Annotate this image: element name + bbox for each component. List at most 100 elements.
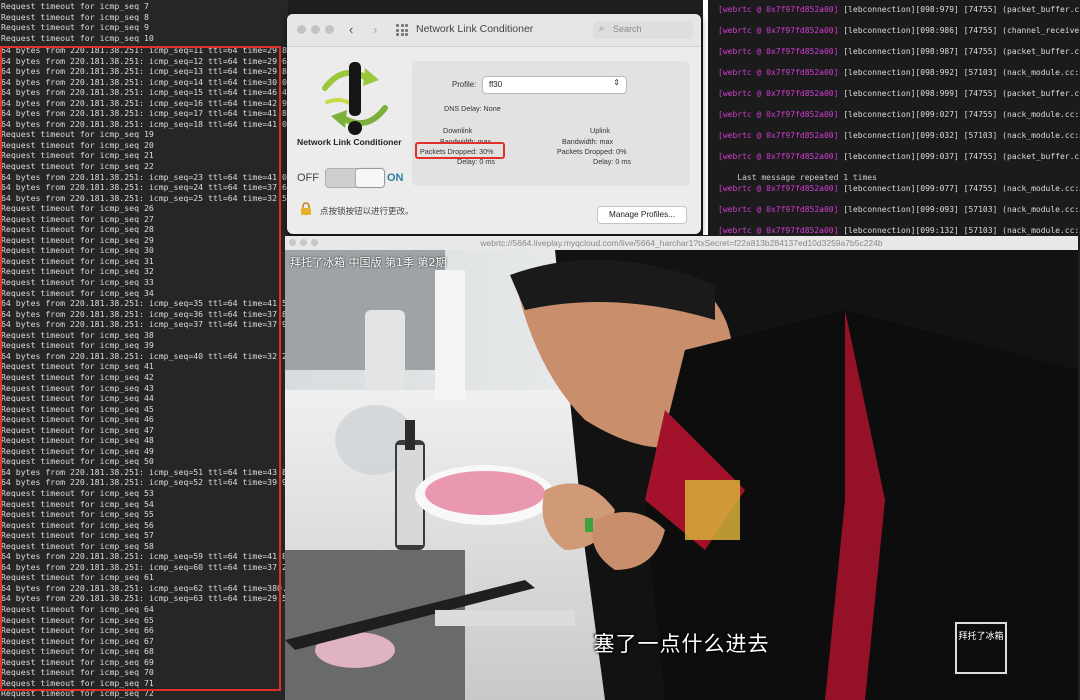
off-label: OFF <box>297 172 319 184</box>
ping-line: Request timeout for icmp_seq 46 <box>1 414 154 425</box>
log-entry: [webrtc @ 0x7f97fd852a00] [lebconnection… <box>718 152 1080 161</box>
ping-line: 64 bytes from 220.181.38.251: icmp_seq=1… <box>1 55 288 66</box>
log-tag: [webrtc @ 0x7f97fd852a00] <box>718 152 839 161</box>
ping-line: Request timeout for icmp_seq 10 <box>1 32 154 43</box>
ping-line: 64 bytes from 220.181.38.251: icmp_seq=1… <box>1 97 288 108</box>
on-off-toggle[interactable] <box>325 168 385 188</box>
ping-line: Request timeout for icmp_seq 68 <box>1 646 154 657</box>
uplink-packets-dropped: Packets Dropped: 0% <box>557 147 627 156</box>
log-entry: [webrtc @ 0x7f97fd852a00] [lebconnection… <box>718 184 1080 193</box>
log-text: [lebconnection][099:093] [57103] (nack_m… <box>843 205 1080 214</box>
search-field[interactable]: ⌕ Search <box>593 21 693 39</box>
ping-line: Request timeout for icmp_seq 32 <box>1 266 154 277</box>
toggle-knob[interactable] <box>356 169 384 187</box>
packets-dropped-highlight <box>415 142 505 159</box>
close-window-button[interactable] <box>297 25 306 34</box>
log-entry: [webrtc @ 0x7f97fd852a00] [lebconnection… <box>718 68 1080 77</box>
log-entry: [webrtc @ 0x7f97fd852a00] [lebconnection… <box>718 226 1080 235</box>
ping-line: Request timeout for icmp_seq 67 <box>1 635 154 646</box>
ping-line: Request timeout for icmp_seq 56 <box>1 519 154 530</box>
uplink-delay: Delay: 0 ms <box>593 157 631 166</box>
ping-line: Request timeout for icmp_seq 43 <box>1 382 154 393</box>
network-link-conditioner-logo-icon <box>322 62 388 135</box>
ping-line: Request timeout for icmp_seq 9 <box>1 22 149 33</box>
nlc-titlebar: ‹ › Network Link Conditioner ⌕ Search <box>287 14 701 47</box>
log-text: [lebconnection][099:077] [74755] (nack_m… <box>843 184 1080 193</box>
ping-line: Request timeout for icmp_seq 33 <box>1 277 154 288</box>
ping-line: Request timeout for icmp_seq 57 <box>1 530 154 541</box>
ping-line: Request timeout for icmp_seq 28 <box>1 224 154 235</box>
network-link-conditioner-window: ‹ › Network Link Conditioner ⌕ Search Ne… <box>287 14 701 234</box>
log-tag: [webrtc @ 0x7f97fd852a00] <box>718 205 839 214</box>
ping-line: 64 bytes from 220.181.38.251: icmp_seq=3… <box>1 298 288 309</box>
ping-line: Request timeout for icmp_seq 21 <box>1 150 154 161</box>
ping-terminal[interactable]: Request timeout for icmp_seq 7 Request ti… <box>0 0 288 700</box>
log-text: Last message repeated 1 times <box>718 173 877 182</box>
ping-line: 64 bytes from 220.181.38.251: icmp_seq=5… <box>1 466 288 477</box>
log-text: [lebconnection][099:032] [57103] (nack_m… <box>843 131 1080 140</box>
log-entry: [webrtc @ 0x7f97fd852a00] [lebconnection… <box>718 47 1080 56</box>
ping-line: 64 bytes from 220.181.38.251: icmp_seq=5… <box>1 551 288 562</box>
ping-line: Request timeout for icmp_seq 22 <box>1 161 154 172</box>
lock-hint-text: 点按锁按钮以进行更改。 <box>320 206 414 216</box>
profile-select[interactable]: ff30 ⇕ <box>482 76 627 94</box>
ping-line: 64 bytes from 220.181.38.251: icmp_seq=1… <box>1 108 288 119</box>
ping-line: Request timeout for icmp_seq 29 <box>1 234 154 245</box>
log-text: [lebconnection][099:037] [74755] (packet… <box>843 152 1080 161</box>
profile-value: ff30 <box>489 80 503 89</box>
ping-line: Request timeout for icmp_seq 50 <box>1 456 154 467</box>
minimize-window-button[interactable] <box>311 25 320 34</box>
log-tag: [webrtc @ 0x7f97fd852a00] <box>718 184 839 193</box>
log-tag: [webrtc @ 0x7f97fd852a00] <box>718 226 839 235</box>
ping-line: Request timeout for icmp_seq 49 <box>1 445 154 456</box>
ping-line: Request timeout for icmp_seq 26 <box>1 203 154 214</box>
ping-line: Request timeout for icmp_seq 64 <box>1 603 154 614</box>
log-entry: [webrtc @ 0x7f97fd852a00] [lebconnection… <box>718 131 1080 140</box>
show-all-grid-icon[interactable] <box>396 24 408 36</box>
channel-logo: 拜托了冰箱 <box>955 622 1007 674</box>
ping-line: Request timeout for icmp_seq 34 <box>1 287 154 298</box>
ping-line: Request timeout for icmp_seq 20 <box>1 139 154 150</box>
log-text: [lebconnection][099:027] [74755] (nack_m… <box>843 110 1080 119</box>
ping-line: 64 bytes from 220.181.38.251: icmp_seq=1… <box>1 118 288 129</box>
uplink-bandwidth: Bandwidth: max <box>562 137 614 146</box>
ping-line: 64 bytes from 220.181.38.251: icmp_seq=3… <box>1 319 288 330</box>
video-player-window: webrtc://5664.liveplay.myqcloud.com/live… <box>285 236 1078 700</box>
ping-line: Request timeout for icmp_seq 19 <box>1 129 154 140</box>
manage-profiles-button[interactable]: Manage Profiles... <box>597 206 687 224</box>
log-entry: Last message repeated 1 times <box>718 173 877 182</box>
ping-line: Request timeout for icmp_seq 8 <box>1 11 149 22</box>
ping-line: Request timeout for icmp_seq 70 <box>1 667 154 678</box>
ping-line: 64 bytes from 220.181.38.251: icmp_seq=6… <box>1 561 288 572</box>
ping-line: Request timeout for icmp_seq 47 <box>1 424 154 435</box>
on-label: ON <box>387 172 404 184</box>
log-entry: [webrtc @ 0x7f97fd852a00] [lebconnection… <box>718 205 1080 214</box>
lock-icon[interactable] <box>299 202 313 216</box>
log-text: [lebconnection][099:132] [57103] (nack_m… <box>843 226 1080 235</box>
ping-line: Request timeout for icmp_seq 7 <box>1 1 149 11</box>
back-arrow-icon[interactable]: ‹ <box>349 22 353 37</box>
log-tag: [webrtc @ 0x7f97fd852a00] <box>718 110 839 119</box>
ping-line: 64 bytes from 220.181.38.251: icmp_seq=4… <box>1 350 288 361</box>
ping-line: Request timeout for icmp_seq 69 <box>1 656 154 667</box>
ping-line: Request timeout for icmp_seq 72 <box>1 688 154 699</box>
zoom-window-button[interactable] <box>325 25 334 34</box>
ping-line: Request timeout for icmp_seq 48 <box>1 435 154 446</box>
log-tag: [webrtc @ 0x7f97fd852a00] <box>718 47 839 56</box>
forward-arrow-icon[interactable]: › <box>373 22 377 37</box>
search-placeholder: Search <box>613 24 642 34</box>
log-entry: [webrtc @ 0x7f97fd852a00] [lebconnection… <box>718 89 1080 98</box>
ping-line: Request timeout for icmp_seq 55 <box>1 509 154 520</box>
video-titlebar: webrtc://5664.liveplay.myqcloud.com/live… <box>285 236 1078 250</box>
ping-line: 64 bytes from 220.181.38.251: icmp_seq=2… <box>1 171 288 182</box>
profile-label: Profile: <box>452 80 477 89</box>
ping-line: Request timeout for icmp_seq 66 <box>1 625 154 636</box>
ping-line: Request timeout for icmp_seq 27 <box>1 213 154 224</box>
video-frame[interactable]: 拜托了冰箱 中国版 第1季 第2期 塞了一点什么进去 拜托了冰箱 <box>285 250 1078 700</box>
log-text: [lebconnection][098:987] [74755] (packet… <box>843 47 1080 56</box>
uplink-title: Uplink <box>590 126 610 135</box>
ping-line: Request timeout for icmp_seq 71 <box>1 677 154 688</box>
nlc-window-title: Network Link Conditioner <box>416 23 534 35</box>
ping-line: Request timeout for icmp_seq 44 <box>1 393 154 404</box>
webrtc-log-terminal[interactable]: [webrtc @ 0x7f97fd852a00] [lebconnection… <box>708 0 1080 235</box>
